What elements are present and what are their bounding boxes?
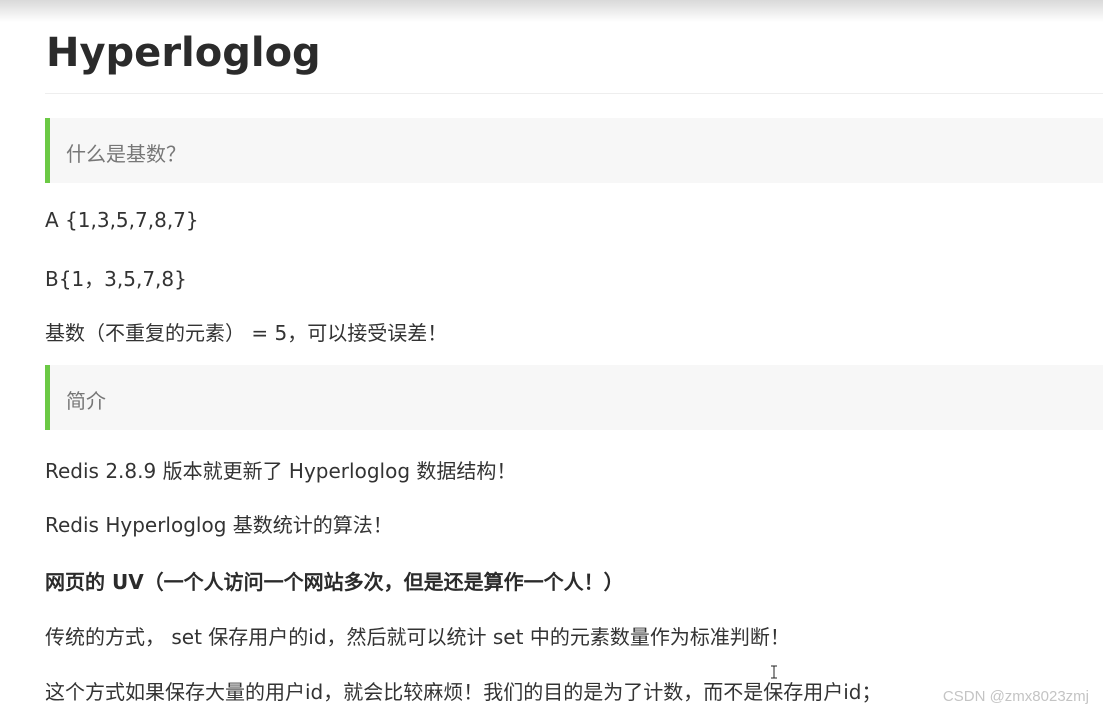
paragraph-cardinality: 基数（不重复的元素） = 5，可以接受误差！ — [45, 321, 448, 345]
paragraph-traditional-method: 传统的方式， set 保存用户的id，然后就可以统计 set 中的元素数量作为标… — [45, 625, 790, 649]
paragraph-redis-version: Redis 2.8.9 版本就更新了 Hyperloglog 数据结构！ — [45, 459, 517, 483]
paragraph-uv-heading: 网页的 UV（一个人访问一个网站多次，但是还是算作一个人！） — [45, 570, 624, 594]
blockquote-intro: 简介 — [45, 365, 1103, 430]
page-title: Hyperloglog — [46, 30, 321, 76]
paragraph-drawback: 这个方式如果保存大量的用户id，就会比较麻烦！我们的目的是为了计数，而不是保存用… — [45, 680, 882, 704]
paragraph-algorithm: Redis Hyperloglog 基数统计的算法！ — [45, 513, 393, 537]
blockquote-text: 简介 — [66, 389, 106, 413]
blockquote-text: 什么是基数？ — [66, 142, 186, 166]
paragraph-set-a: A {1,3,5,7,8,7} — [45, 208, 199, 232]
text-cursor-icon — [771, 665, 777, 679]
page: Hyperloglog 什么是基数？ A {1,3,5,7,8,7} B{1，3… — [0, 0, 1103, 719]
blockquote-what-is-cardinality: 什么是基数？ — [45, 118, 1103, 183]
title-divider — [45, 93, 1103, 94]
top-shadow — [0, 0, 1103, 22]
watermark: CSDN @zmx8023zmj — [942, 688, 1089, 705]
paragraph-set-b: B{1，3,5,7,8} — [45, 267, 187, 291]
